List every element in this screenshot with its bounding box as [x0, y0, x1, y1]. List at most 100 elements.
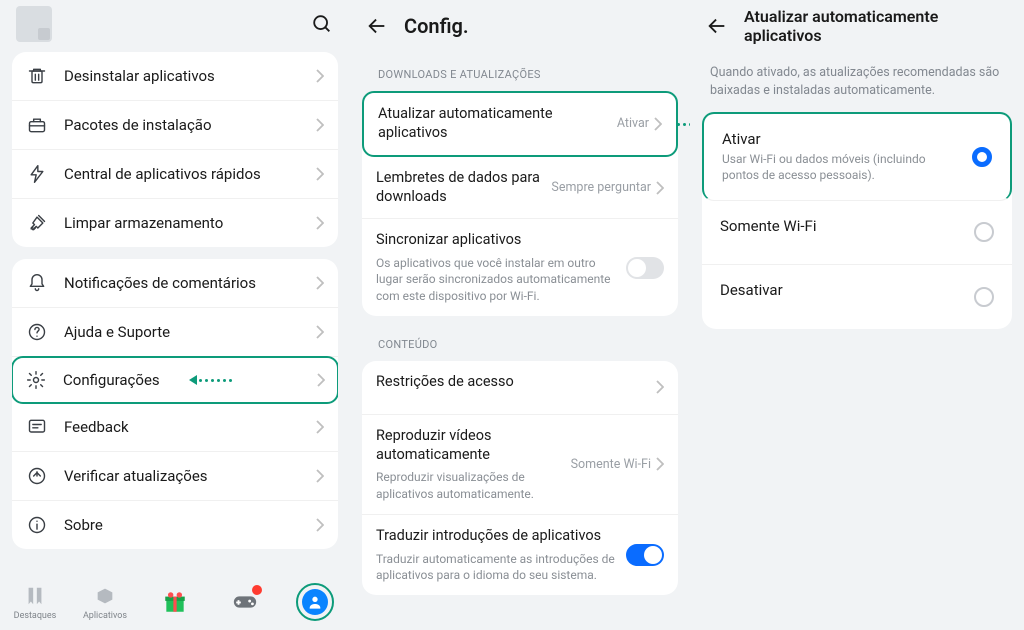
- menu-item-help[interactable]: Ajuda e Suporte: [12, 308, 338, 357]
- help-icon: [26, 321, 48, 343]
- menu-item-bell[interactable]: Notificações de comentários: [12, 259, 338, 308]
- annotation-arrow: [677, 119, 690, 129]
- menu-item-label: Sobre: [64, 516, 316, 534]
- settings-group-downloads: Atualizar automaticamente aplicativos At…: [362, 91, 678, 316]
- bell-icon: [26, 272, 48, 294]
- menu-item-broom[interactable]: Limpar armazenamento: [12, 199, 338, 247]
- apps-icon: [92, 583, 118, 609]
- row-value: Ativar: [617, 116, 649, 131]
- nav-label: Destaques: [14, 611, 57, 621]
- menu-item-label: Desinstalar aplicativos: [64, 67, 316, 85]
- row-subtitle: Reproduzir visualizações de aplicativos …: [376, 469, 561, 501]
- back-button[interactable]: [366, 15, 388, 37]
- settings-row[interactable]: Atualizar automaticamente aplicativos At…: [362, 91, 678, 157]
- bottom-nav: Destaques Aplicativos: [0, 574, 350, 630]
- nav-tab-gifts[interactable]: [145, 589, 205, 615]
- search-icon: [311, 13, 333, 35]
- chevron-right-icon: [656, 457, 664, 471]
- row-value: Sempre perguntar: [551, 180, 651, 195]
- settings-row[interactable]: Reproduzir vídeos automaticamente Reprod…: [362, 415, 678, 515]
- option-title: Desativar: [720, 281, 962, 299]
- radio-group: Ativar Usar Wi-Fi ou dados móveis (inclu…: [702, 112, 1012, 328]
- section-header: DOWNLOADS E ATUALIZAÇÕES: [350, 50, 690, 87]
- broom-icon: [26, 212, 48, 234]
- section-header: CONTEÚDO: [350, 320, 690, 357]
- settings-row[interactable]: Sincronizar aplicativos Os aplicativos q…: [362, 219, 678, 315]
- gamepad-icon: [232, 589, 258, 615]
- option-subtitle: Usar Wi-Fi ou dados móveis (incluindo po…: [722, 151, 960, 183]
- menu-item-feedback[interactable]: Feedback: [12, 403, 338, 452]
- row-title: Traduzir introduções de aplicativos: [376, 527, 616, 546]
- row-subtitle: Os aplicativos que você instalar em outr…: [376, 255, 616, 304]
- radio-button[interactable]: [974, 222, 994, 242]
- radio-option[interactable]: Somente Wi-Fi: [702, 201, 1012, 265]
- gift-icon: [162, 589, 188, 615]
- menu-item-info[interactable]: Sobre: [12, 501, 338, 549]
- menu-group-1: Desinstalar aplicativos Pacotes de insta…: [12, 52, 338, 247]
- arrow-left-icon: [706, 15, 728, 37]
- panel-title: Config.: [404, 14, 469, 38]
- row-title: Atualizar automaticamente aplicativos: [378, 105, 607, 143]
- row-title: Sincronizar aplicativos: [376, 231, 616, 250]
- settings-row[interactable]: Restrições de acesso: [362, 361, 678, 415]
- menu-item-label: Limpar armazenamento: [64, 214, 316, 232]
- avatar[interactable]: [16, 6, 52, 42]
- nav-label: Aplicativos: [83, 611, 127, 621]
- search-button[interactable]: [310, 12, 334, 36]
- menu-item-label: Pacotes de instalação: [64, 116, 316, 134]
- radio-button[interactable]: [972, 147, 992, 167]
- menu-item-label: Verificar atualizações: [64, 467, 316, 485]
- settings-row[interactable]: Traduzir introduções de aplicativos Trad…: [362, 515, 678, 595]
- row-title: Restrições de acesso: [376, 373, 646, 392]
- menu-item-bolt[interactable]: Central de aplicativos rápidos: [12, 150, 338, 199]
- bolt-icon: [26, 163, 48, 185]
- option-title: Ativar: [722, 130, 960, 148]
- nav-tab-games[interactable]: [215, 589, 275, 615]
- row-subtitle: Traduzir automaticamente as introduções …: [376, 551, 616, 583]
- chevron-right-icon: [656, 380, 664, 394]
- row-title: Lembretes de dados para downloads: [376, 169, 541, 207]
- auto-update-panel: Atualizar automaticamente aplicativos Qu…: [690, 0, 1024, 630]
- nav-tab-profile[interactable]: [285, 583, 345, 621]
- gear-icon: [25, 369, 47, 391]
- notification-dot: [252, 585, 262, 595]
- toggle-switch[interactable]: [626, 257, 664, 279]
- menu-item-label: Central de aplicativos rápidos: [64, 165, 316, 183]
- menu-item-trash[interactable]: Desinstalar aplicativos: [12, 52, 338, 101]
- info-icon: [26, 514, 48, 536]
- chevron-right-icon: [654, 117, 662, 131]
- row-title: Reproduzir vídeos automaticamente: [376, 427, 561, 465]
- radio-option[interactable]: Desativar: [702, 265, 1012, 329]
- menu-item-label: Notificações de comentários: [64, 274, 316, 292]
- nav-tab-featured[interactable]: Destaques: [5, 583, 65, 621]
- menu-group-2: Notificações de comentários Ajuda e Supo…: [12, 259, 338, 549]
- bookmark-icon: [22, 583, 48, 609]
- annotation-arrow: [189, 375, 232, 385]
- menu-item-label: Ajuda e Suporte: [64, 323, 316, 341]
- update-icon: [26, 465, 48, 487]
- radio-option[interactable]: Ativar Usar Wi-Fi ou dados móveis (inclu…: [702, 112, 1012, 200]
- chevron-right-icon: [656, 181, 664, 195]
- settings-group-content: Restrições de acesso Reproduzir vídeos a…: [362, 361, 678, 595]
- menu-item-gear[interactable]: Configurações: [12, 356, 338, 404]
- panel-title: Atualizar automaticamente aplicativos: [744, 7, 1008, 45]
- option-title: Somente Wi-Fi: [720, 217, 962, 235]
- trash-icon: [26, 65, 48, 87]
- profile-highlight-ring: [296, 583, 334, 621]
- arrow-left-icon: [366, 15, 388, 37]
- feedback-icon: [26, 416, 48, 438]
- config-panel: Config. DOWNLOADS E ATUALIZAÇÕES Atualiz…: [350, 0, 690, 630]
- settings-row[interactable]: Lembretes de dados para downloads Sempre…: [362, 157, 678, 220]
- back-button[interactable]: [706, 15, 728, 37]
- panel-description: Quando ativado, as atualizações recomend…: [690, 50, 1024, 106]
- row-value: Somente Wi-Fi: [571, 457, 651, 472]
- toggle-switch[interactable]: [626, 544, 664, 566]
- menu-item-briefcase[interactable]: Pacotes de instalação: [12, 101, 338, 150]
- menu-item-update[interactable]: Verificar atualizações: [12, 452, 338, 501]
- radio-button[interactable]: [974, 287, 994, 307]
- briefcase-icon: [26, 114, 48, 136]
- profile-panel: Desinstalar aplicativos Pacotes de insta…: [0, 0, 350, 630]
- nav-tab-apps[interactable]: Aplicativos: [75, 583, 135, 621]
- menu-item-label: Feedback: [64, 418, 316, 436]
- profile-icon: [302, 589, 328, 615]
